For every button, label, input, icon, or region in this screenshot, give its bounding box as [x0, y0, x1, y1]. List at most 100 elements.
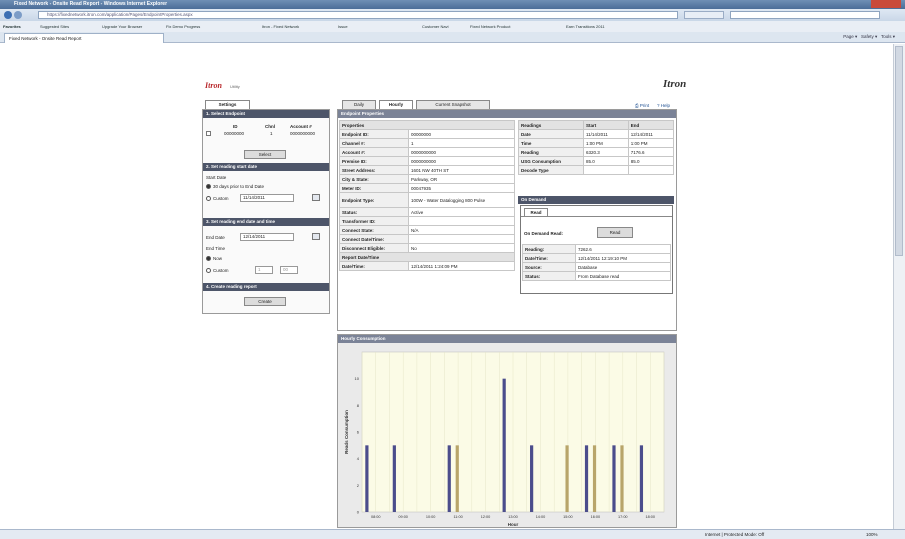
endpoint-checkbox[interactable]: [206, 131, 211, 136]
x-tick-label: 17:00: [618, 515, 628, 519]
od-key: Source:: [522, 262, 576, 272]
x-tick-label: 09:00: [398, 515, 408, 519]
prop-key: Endpoint ID:: [339, 129, 409, 139]
ep-id-value: 00000000: [224, 131, 245, 136]
search-input[interactable]: [730, 11, 880, 19]
x-tick-label: 18:00: [646, 515, 656, 519]
tab-settings[interactable]: Settings: [205, 100, 250, 109]
section-create-report: 4. Create reading report: [203, 283, 329, 291]
y-tick-label: 0: [357, 510, 360, 515]
print-link[interactable]: ⎙ Print: [635, 103, 649, 108]
scrollbar-thumb[interactable]: [895, 46, 903, 256]
prop-key: Status:: [339, 207, 409, 217]
tab-divider: [521, 216, 672, 217]
prop-key: Transformer ID:: [339, 216, 409, 226]
prop-value: N/A: [408, 225, 515, 235]
minute-select[interactable]: 00: [280, 266, 298, 274]
ep-header-account: Account #: [290, 124, 312, 129]
read-button[interactable]: Read: [597, 227, 633, 238]
x-ticks: 08:00 09:00 10:00 11:00 12:00 13:00 14:00 15:00…: [371, 515, 655, 519]
report-datetime-header: Report Date/Time: [339, 252, 515, 262]
prop-value: 1: [408, 138, 515, 148]
itron-logo: Itron: [205, 81, 222, 90]
favorite-item[interactable]: Upgrade Your Browser: [102, 24, 142, 29]
prop-key: Connect Date/Time:: [339, 234, 409, 244]
prop-value: 1601 NW 40TH ST: [408, 165, 515, 175]
prop-key: Disconnect Eligible:: [339, 243, 409, 253]
x-tick-label: 12:00: [481, 515, 491, 519]
reading-start: [583, 165, 629, 175]
radio-custom-start[interactable]: [206, 196, 211, 201]
prop-key: Endpoint Type:: [339, 192, 409, 208]
reading-start: 85.0: [583, 156, 629, 166]
x-tick-label: 10:00: [426, 515, 436, 519]
window-controls[interactable]: [871, 0, 901, 8]
on-demand-table: Reading: 7262.6 Date/Time: 12/14/2011 12:1…: [522, 244, 671, 281]
reading-end: 12/14/2011: [627, 129, 675, 139]
tab-read[interactable]: Read: [524, 208, 548, 216]
prop-key: Account #:: [339, 147, 409, 157]
on-demand-read-label: On Demand Read:: [524, 231, 564, 236]
help-link-label: Help: [660, 103, 671, 108]
favorite-item[interactable]: Customer Navi: [422, 24, 448, 29]
reading-start: 11/14/2011: [583, 129, 629, 139]
tab-daily[interactable]: Daily: [342, 100, 376, 109]
lock-icon[interactable]: [684, 11, 724, 19]
bar: [565, 445, 569, 512]
bar: [455, 445, 459, 512]
reading-key: Time: [518, 138, 584, 148]
custom-start-date-input[interactable]: 11/14/2011: [240, 194, 294, 202]
readings-col-header: End: [627, 120, 675, 130]
radio-custom-start-label: Custom: [213, 196, 229, 201]
favorite-item[interactable]: Fixed Network Product: [470, 24, 510, 29]
endpoint-properties-header: Endpoint Properties: [338, 110, 676, 118]
create-button[interactable]: Create: [244, 297, 286, 306]
hour-select[interactable]: 1: [255, 266, 273, 274]
page-menu[interactable]: Page: [843, 34, 854, 39]
hourly-chart: 0 2 4 6 8 10 08:00 09:00 10:00 11:00 12:00 13:00 14…: [344, 351, 665, 527]
back-icon[interactable]: [4, 11, 12, 19]
tab-current-snapshot[interactable]: Current Snapshot: [416, 100, 490, 109]
tools-menu[interactable]: Tools: [881, 34, 892, 39]
end-time-label: End Time: [206, 246, 226, 251]
y-tick-label: 4: [357, 456, 360, 461]
x-tick-label: 08:00: [371, 515, 381, 519]
help-link[interactable]: ? Help: [657, 103, 670, 108]
favorite-item[interactable]: Issue: [338, 24, 348, 29]
favorite-item[interactable]: Fix Demo Progress: [166, 24, 200, 29]
browser-tab[interactable]: Fixed Network - Onsite Read Report: [4, 33, 164, 43]
on-demand-header: On Demand: [518, 196, 674, 204]
browser-titlebar: Fixed Network - Onsite Read Report - Win…: [0, 0, 905, 9]
bar: [620, 445, 624, 512]
favorite-item[interactable]: Earn Transitions 2011: [566, 24, 605, 29]
calendar-icon[interactable]: [312, 194, 320, 201]
od-value: Database: [575, 262, 671, 272]
prop-key: Connect State:: [339, 225, 409, 235]
prop-value: No: [408, 243, 515, 253]
y-ticks: 0 2 4 6 8 10: [355, 376, 360, 514]
safety-menu[interactable]: Safety: [861, 34, 874, 39]
section-select-endpoint: 1. Select Endpoint: [203, 110, 329, 118]
reading-end: 1:00 PM: [627, 138, 675, 148]
favorite-item[interactable]: Suggested Sites: [40, 24, 69, 29]
reading-start: 6320.3: [583, 147, 629, 157]
radio-30days[interactable]: [206, 184, 211, 189]
address-bar[interactable]: https://fixednetwork.itron.com/applicati…: [38, 11, 678, 19]
forward-icon[interactable]: [14, 11, 22, 19]
calendar-icon[interactable]: [312, 233, 320, 240]
zoom-level[interactable]: 100%: [866, 532, 878, 537]
properties-header: Properties: [339, 120, 515, 130]
start-date-label: Start Date: [206, 175, 227, 180]
end-date-input[interactable]: 12/14/2011: [240, 233, 294, 241]
tab-hourly[interactable]: Hourly: [379, 100, 413, 109]
select-button[interactable]: Select: [244, 150, 286, 159]
logo-subtitle: Utility: [230, 84, 240, 89]
radio-now[interactable]: [206, 256, 211, 261]
bar: [365, 445, 369, 512]
favorites-bar: Favorites Suggested Sites Upgrade Your B…: [0, 21, 905, 32]
readings-col-header: Start: [583, 120, 629, 130]
favorites-label[interactable]: Favorites: [3, 24, 21, 29]
radio-custom-time[interactable]: [206, 268, 211, 273]
prop-key: Street Address:: [339, 165, 409, 175]
favorite-item[interactable]: Itron - Fixed Network: [262, 24, 299, 29]
